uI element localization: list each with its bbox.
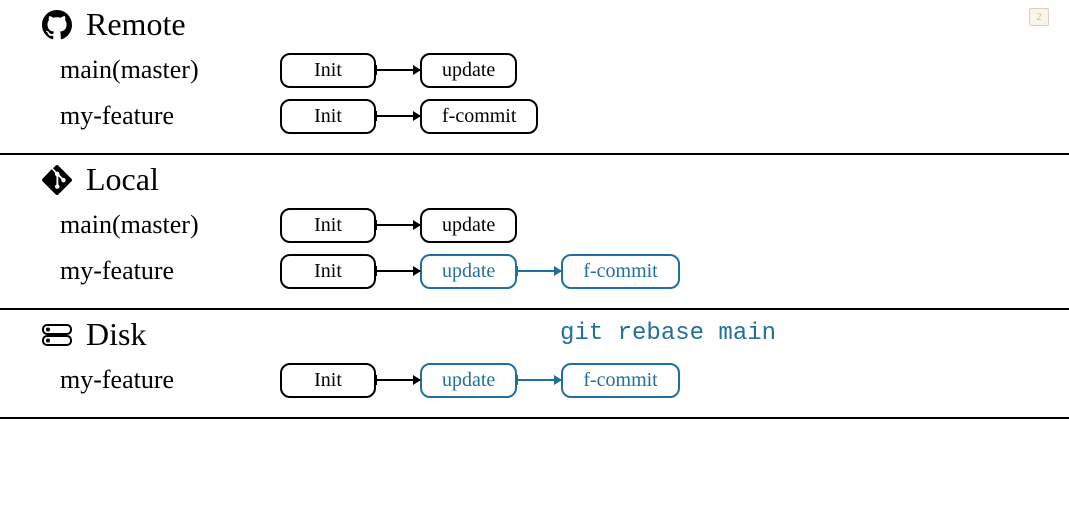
- page-badge: 2: [1029, 8, 1049, 26]
- branch-label: main(master): [60, 55, 280, 85]
- git-command: git rebase main: [560, 320, 776, 347]
- commit-box: update: [420, 208, 517, 243]
- local-branch-feature: my-feature Init update f-commit: [60, 250, 1049, 292]
- local-branch-main: main(master) Init update: [60, 204, 1049, 246]
- branch-label: main(master): [60, 210, 280, 240]
- commit-chain: Init f-commit: [280, 99, 538, 134]
- commit-chain: Init update: [280, 208, 517, 243]
- branch-label: my-feature: [60, 256, 280, 286]
- commit-box: Init: [280, 99, 376, 134]
- commit-box: f-commit: [561, 254, 679, 289]
- disk-branch-feature: my-feature Init update f-commit: [60, 359, 1049, 401]
- branch-label: my-feature: [60, 365, 280, 395]
- commit-box: update: [420, 363, 517, 398]
- section-remote: Remote main(master) Init update my-featu…: [0, 0, 1069, 155]
- github-icon: [40, 8, 74, 42]
- arrow-icon: [376, 270, 420, 272]
- commit-chain: Init update f-commit: [280, 254, 680, 289]
- remote-title: Remote: [86, 6, 186, 43]
- local-title: Local: [86, 161, 159, 198]
- disk-title: Disk: [86, 316, 146, 353]
- commit-box: f-commit: [420, 99, 538, 134]
- remote-header: Remote: [40, 6, 1049, 43]
- arrow-icon: [517, 270, 561, 272]
- git-icon: [40, 163, 74, 197]
- arrow-icon: [376, 115, 420, 117]
- section-disk: git rebase main Disk my-feature Init upd…: [0, 310, 1069, 419]
- commit-box: update: [420, 53, 517, 88]
- arrow-icon: [376, 69, 420, 71]
- branch-label: my-feature: [60, 101, 280, 131]
- section-local: Local main(master) Init update my-featur…: [0, 155, 1069, 310]
- commit-chain: Init update f-commit: [280, 363, 680, 398]
- commit-box: Init: [280, 254, 376, 289]
- arrow-icon: [376, 224, 420, 226]
- remote-branch-feature: my-feature Init f-commit: [60, 95, 1049, 137]
- disk-header: Disk: [40, 316, 1049, 353]
- local-header: Local: [40, 161, 1049, 198]
- remote-branch-main: main(master) Init update: [60, 49, 1049, 91]
- commit-box: Init: [280, 208, 376, 243]
- commit-box: Init: [280, 363, 376, 398]
- commit-chain: Init update: [280, 53, 517, 88]
- commit-box: Init: [280, 53, 376, 88]
- disk-icon: [40, 318, 74, 352]
- commit-box: update: [420, 254, 517, 289]
- arrow-icon: [517, 379, 561, 381]
- arrow-icon: [376, 379, 420, 381]
- commit-box: f-commit: [561, 363, 679, 398]
